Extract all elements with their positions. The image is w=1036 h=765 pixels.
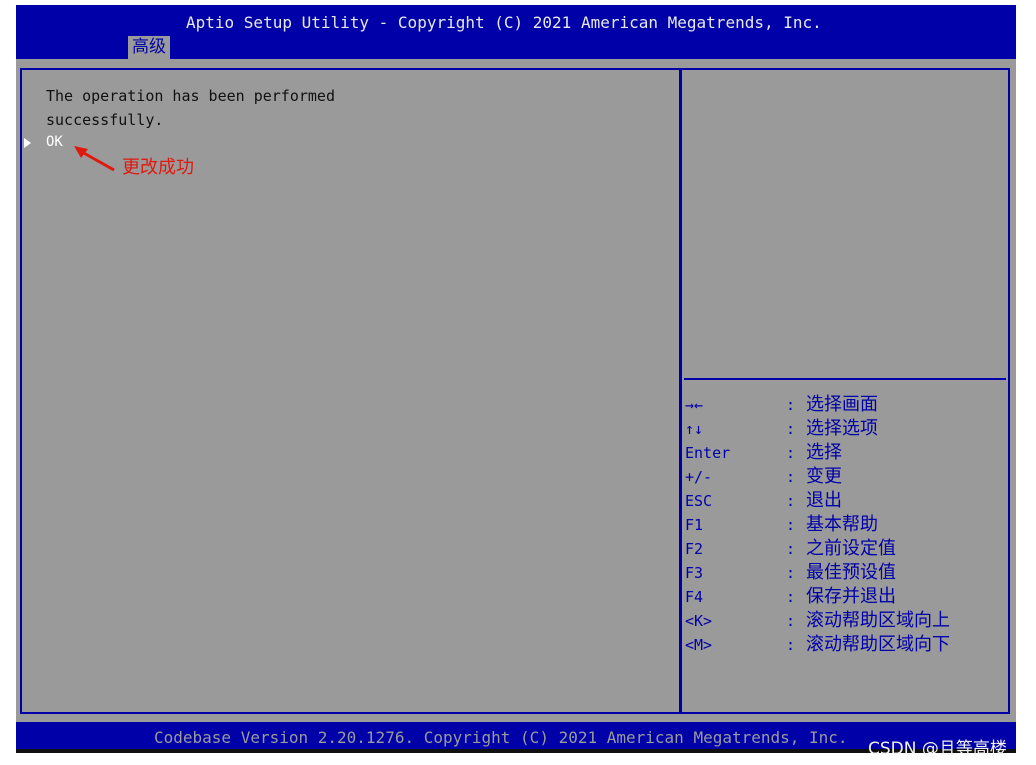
annotation-arrow-icon xyxy=(74,146,115,172)
help-key: <K> xyxy=(685,612,713,630)
help-divider xyxy=(684,378,1006,380)
help-row: F3 : 最佳预设值 xyxy=(685,561,1003,585)
footer-edge xyxy=(16,749,1016,753)
help-colon: : xyxy=(786,420,796,438)
help-row: F4 : 保存并退出 xyxy=(685,585,1003,609)
help-colon: : xyxy=(786,468,796,486)
help-colon: : xyxy=(786,564,796,582)
selection-triangle-icon xyxy=(24,138,31,148)
help-desc: 选择画面 xyxy=(806,394,878,415)
help-colon: : xyxy=(786,612,796,630)
help-row: F2 : 之前设定值 xyxy=(685,537,1003,561)
help-desc: 之前设定值 xyxy=(806,538,896,559)
help-desc: 保存并退出 xyxy=(806,586,896,607)
help-row: ESC : 退出 xyxy=(685,489,1003,513)
annotation-label: 更改成功 xyxy=(122,157,194,178)
bios-screen: Aptio Setup Utility - Copyright (C) 2021… xyxy=(16,5,1016,753)
help-desc: 变更 xyxy=(806,466,842,487)
help-row: +/- : 变更 xyxy=(685,465,1003,489)
help-key: F2 xyxy=(685,540,704,558)
header-bar: Aptio Setup Utility - Copyright (C) 2021… xyxy=(16,5,1016,59)
help-colon: : xyxy=(786,492,796,510)
main-panel: The operation has been performed success… xyxy=(20,68,682,714)
message-line-2: successfully. xyxy=(46,111,164,129)
arrow-up-down-icon: ↑↓ xyxy=(685,420,704,438)
help-key: F4 xyxy=(685,588,704,606)
help-key: <M> xyxy=(685,636,713,654)
help-row: →← : 选择画面 xyxy=(685,393,1003,417)
help-desc: 最佳预设值 xyxy=(806,562,896,583)
help-key: F1 xyxy=(685,516,704,534)
help-row: Enter : 选择 xyxy=(685,441,1003,465)
ok-label: OK xyxy=(46,134,63,150)
help-key: Enter xyxy=(685,444,731,462)
help-row: ↑↓ : 选择选项 xyxy=(685,417,1003,441)
help-colon: : xyxy=(786,540,796,558)
arrow-left-right-icon: →← xyxy=(685,396,704,414)
help-desc: 基本帮助 xyxy=(806,514,878,535)
help-desc: 滚动帮助区域向上 xyxy=(806,610,950,631)
help-colon: : xyxy=(786,516,796,534)
help-colon: : xyxy=(786,636,796,654)
help-desc: 滚动帮助区域向下 xyxy=(806,634,950,655)
help-key: ESC xyxy=(685,492,713,510)
watermark: CSDN @且等高楼 xyxy=(868,739,1007,759)
help-panel: →← : 选择画面 ↑↓ : 选择选项 Enter : 选择 +/- : 变更 … xyxy=(679,68,1010,714)
footer-text: Codebase Version 2.20.1276. Copyright (C… xyxy=(154,728,848,747)
message-line-1: The operation has been performed xyxy=(46,87,335,105)
help-colon: : xyxy=(786,444,796,462)
help-key: F3 xyxy=(685,564,704,582)
help-row: <M> : 滚动帮助区域向下 xyxy=(685,633,1003,657)
header-title: Aptio Setup Utility - Copyright (C) 2021… xyxy=(186,13,822,32)
help-desc: 选择 xyxy=(806,442,842,463)
help-colon: : xyxy=(786,588,796,606)
help-row: F1 : 基本帮助 xyxy=(685,513,1003,537)
tab-advanced[interactable]: 高级 xyxy=(128,36,170,59)
help-desc: 退出 xyxy=(806,490,842,511)
help-list: →← : 选择画面 ↑↓ : 选择选项 Enter : 选择 +/- : 变更 … xyxy=(685,393,1003,657)
help-desc: 选择选项 xyxy=(806,418,878,439)
help-row: <K> : 滚动帮助区域向上 xyxy=(685,609,1003,633)
help-colon: : xyxy=(786,396,796,414)
help-key: +/- xyxy=(685,468,713,486)
